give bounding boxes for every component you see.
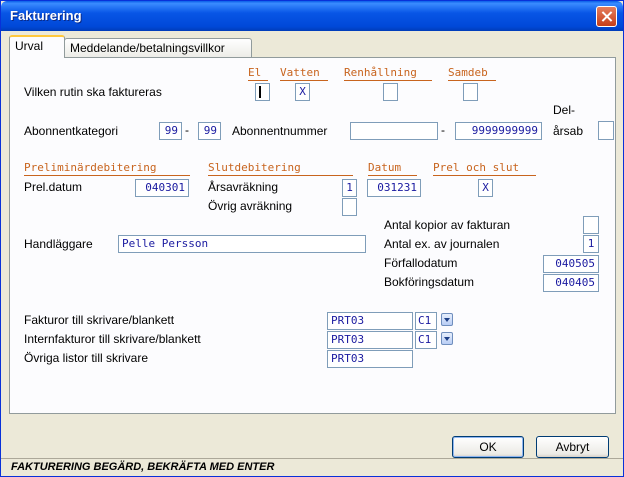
status-text: FAKTURERING BEGÄRD, BEKRÄFTA MED ENTER	[11, 461, 275, 473]
delarsab-label-1: Del-	[553, 103, 576, 117]
ok-button[interactable]: OK	[452, 436, 524, 458]
samdeb-checkbox[interactable]	[463, 83, 478, 101]
section-prel-slut: Prel och slut	[433, 161, 520, 174]
forfallodatum-input[interactable]: 040505	[543, 255, 599, 273]
delarsab-input[interactable]	[598, 121, 614, 140]
header-el: El	[248, 66, 262, 79]
arsavrakning-input[interactable]: 1	[342, 179, 357, 197]
intern-printer-input[interactable]: PRT03	[327, 331, 413, 349]
intern-form-input[interactable]: C1	[415, 331, 437, 349]
section-slut: Slutdebitering	[208, 161, 301, 174]
fakturering-dialog: Fakturering Urval Meddelande/betalningsv…	[0, 0, 624, 477]
bokforingsdatum-label: Bokföringsdatum	[384, 275, 475, 289]
kopior-label: Antal kopior av fakturan	[384, 218, 511, 232]
status-bar: FAKTURERING BEGÄRD, BEKRÄFTA MED ENTER	[1, 458, 623, 476]
cancel-button[interactable]: Avbryt	[536, 436, 609, 458]
prel-datum-input[interactable]: 040301	[135, 179, 189, 197]
title-bar: Fakturering	[1, 1, 623, 31]
fakturor-dropdown-icon[interactable]	[441, 313, 453, 326]
slut-datum-input[interactable]: 031231	[367, 179, 421, 197]
forfallodatum-label: Förfallodatum	[384, 256, 458, 270]
arsavrakning-label: Årsavräkning	[208, 180, 279, 194]
vatten-checkbox[interactable]: X	[295, 83, 310, 101]
handlaggare-input[interactable]: Pelle Persson	[118, 235, 366, 253]
window-title: Fakturering	[10, 8, 82, 23]
ovrig-avrakning-input[interactable]	[342, 198, 357, 216]
header-vatten: Vatten	[280, 66, 320, 79]
journal-label: Antal ex. av journalen	[384, 237, 500, 251]
kopior-input[interactable]	[583, 216, 599, 234]
section-datum: Datum	[368, 161, 402, 174]
renhallning-checkbox[interactable]	[383, 83, 398, 101]
journal-input[interactable]: 1	[583, 235, 599, 253]
abonnentkategori-label: Abonnentkategori	[24, 124, 119, 138]
close-button[interactable]	[596, 6, 617, 27]
prel-datum-label: Prel.datum	[24, 180, 83, 194]
intern-dropdown-icon[interactable]	[441, 332, 453, 345]
intern-skrivare-label: Internfakturor till skrivare/blankett	[24, 332, 201, 346]
fakturor-printer-input[interactable]: PRT03	[327, 312, 413, 330]
ovrig-avrakning-label: Övrig avräkning	[208, 199, 293, 213]
kategori-dash: -	[185, 123, 189, 137]
nummer-from-input[interactable]	[350, 122, 438, 140]
bokforingsdatum-input[interactable]: 040405	[543, 274, 599, 292]
ovriga-listor-label: Övriga listor till skrivare	[24, 351, 149, 365]
handlaggare-label: Handläggare	[24, 237, 93, 251]
nummer-to-input[interactable]: 9999999999	[455, 122, 542, 140]
fakturor-skrivare-label: Fakturor till skrivare/blankett	[24, 313, 175, 327]
delarsab-label-2: årsab	[553, 124, 584, 138]
tab-urval[interactable]: Urval	[9, 35, 65, 58]
el-checkbox[interactable]	[255, 83, 270, 101]
ovriga-printer-input[interactable]: PRT03	[327, 350, 413, 368]
header-samdeb: Samdeb	[448, 66, 488, 79]
tab-meddelande[interactable]: Meddelande/betalningsvillkor	[64, 38, 252, 58]
prel-slut-checkbox[interactable]: X	[478, 179, 493, 197]
kategori-from-input[interactable]: 99	[159, 122, 182, 140]
section-prel: Preliminärdebitering	[24, 161, 157, 174]
fakturor-form-input[interactable]: C1	[415, 312, 437, 330]
abonnentnummer-label: Abonnentnummer	[232, 124, 328, 138]
routine-question: Vilken rutin ska faktureras	[24, 85, 162, 99]
kategori-to-input[interactable]: 99	[198, 122, 221, 140]
nummer-dash: -	[441, 123, 445, 137]
header-renhallning: Renhållning	[344, 66, 417, 79]
